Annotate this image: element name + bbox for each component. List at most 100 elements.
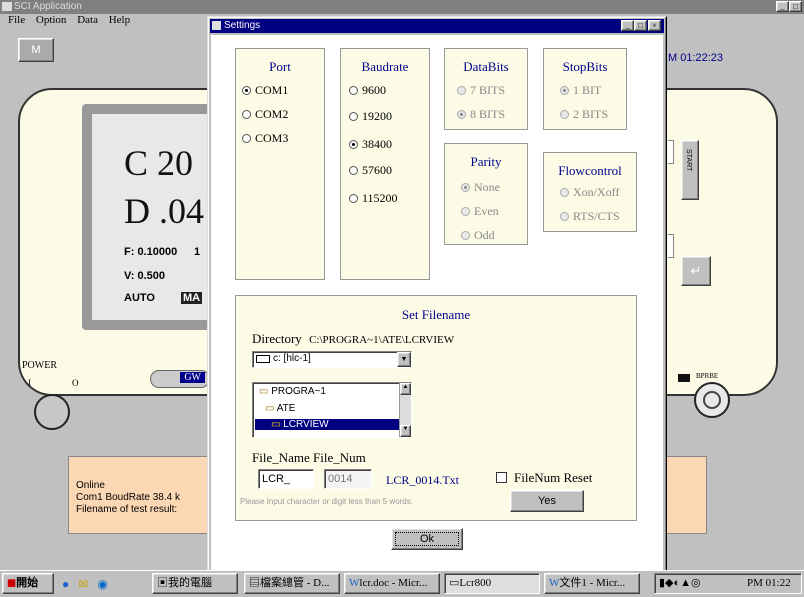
explorer-icon: ▤ [249,577,260,589]
databits-7-radio[interactable]: 7 BITS [457,83,505,98]
port-com1-radio[interactable]: COM1 [242,83,288,98]
folder-list[interactable]: ▭ PROGRA~1 ▭ ATE ▭ LCRVIEW ▲ ▼ [252,382,412,438]
power-off-label: O [72,378,79,388]
system-tray: ▮◆◐▲◎ PM 01:22 [654,573,802,594]
task-lcr-doc[interactable]: Wlcr.doc - Micr... [344,573,440,594]
parity-even-radio[interactable]: Even [461,204,499,219]
filename-hint: Please Input character or digit less tha… [240,497,413,506]
clock: PM 01:22 [747,577,791,589]
scroll-up-icon[interactable]: ▲ [400,383,411,395]
lcd-frequency: F: 0.10000 [124,246,178,258]
folder-open-icon: ▭ [265,403,275,414]
computer-icon: ▣ [157,577,168,589]
m-button[interactable]: M [18,38,54,62]
parity-none-radio[interactable]: None [461,180,500,195]
folder-progra[interactable]: ▭ PROGRA~1 [259,386,326,397]
parity-odd-radio[interactable]: Odd [461,228,495,243]
menu-file[interactable]: File [8,14,25,26]
stopbits-2-radio[interactable]: 2 BITS [560,107,608,122]
port-title: Port [269,59,291,74]
drive-dropdown-icon[interactable]: ▼ [397,352,411,367]
port-com2-radio[interactable]: COM2 [242,107,288,122]
settings-close-button[interactable]: × [648,20,661,31]
folder-scrollbar[interactable]: ▲ ▼ [399,383,411,437]
baud-9600-radio[interactable]: 9600 [349,83,386,98]
flowcontrol-group: Flowcontrol Xon/Xoff RTS/CTS [543,152,637,232]
stopbits-group: StopBits 1 BIT 2 BITS [543,48,627,130]
menu-option[interactable]: Option [36,14,67,26]
time-display: M 01:22:23 [668,52,724,64]
settings-minimize-button[interactable]: _ [621,20,634,31]
gw-badge: GW [150,370,210,388]
outlook-icon[interactable]: ✉ [78,577,88,591]
file-name-input[interactable]: LCR_ [258,469,314,489]
main-window-title: SCI Application [0,0,804,14]
directory-value: C:\PROGRA~1\ATE\LCRVIEW [309,334,455,346]
minimize-button[interactable]: _ [776,1,789,12]
enter-arrow-icon: ↵ [690,263,702,278]
parity-title: Parity [470,154,502,169]
lcd-voltage: V: 0.500 [124,270,165,282]
menu-data[interactable]: Data [77,14,98,26]
folder-open-icon: ▭ [271,419,281,430]
lcd-line-2: D .04 [124,191,204,231]
settings-title-bar: Settings [210,19,664,33]
enter-button[interactable]: ↵ [681,256,711,286]
field-labels: File_Name File_Num [252,450,366,465]
drive-icon [256,355,270,363]
port-com3-radio[interactable]: COM3 [242,131,288,146]
settings-app-icon [212,21,221,30]
settings-maximize-button[interactable]: □ [634,20,647,31]
port-group: Port COM1 COM2 COM3 [235,48,325,280]
status-panel-right [667,456,707,534]
yes-button[interactable]: Yes [510,490,584,512]
channel-icon[interactable]: ◉ [97,577,107,591]
task-lcr800[interactable]: ▭Lcr800 [444,573,540,594]
maximize-button[interactable]: □ [789,1,802,12]
drive-select[interactable]: c: [hlc-1] ▼ [252,351,412,368]
folder-lcrview[interactable]: ▭ LCRVIEW [255,419,399,430]
start-menu-button[interactable]: ◼開始 [2,573,54,594]
app-icon: ▭ [449,577,460,589]
power-knob[interactable] [34,394,70,430]
task-document1[interactable]: W文件1 - Micr... [544,573,640,594]
menu-help[interactable]: Help [109,14,130,26]
stopbits-1-radio[interactable]: 1 BIT [560,83,601,98]
databits-group: DataBits 7 BITS 8 BITS [444,48,528,130]
ok-button[interactable]: Ok [391,528,463,550]
filenum-reset-checkbox[interactable] [496,472,507,483]
status-text: Online Com1 BoudRate 38.4 k Filename of … [76,480,180,515]
flow-rts-radio[interactable]: RTS/CTS [560,209,620,224]
scroll-down-icon[interactable]: ▼ [400,425,411,437]
hipot-knob[interactable] [694,382,730,418]
baud-38400-radio[interactable]: 38400 [349,137,392,152]
baudrate-group: Baudrate 9600 19200 38400 57600 115200 [340,48,430,280]
file-num-input[interactable]: 0014 [324,469,372,489]
baud-57600-radio[interactable]: 57600 [349,163,392,178]
folder-ate[interactable]: ▭ ATE [265,403,295,414]
side-tab-1 [668,140,674,164]
browser-icon[interactable]: ● [62,577,69,591]
start-button[interactable]: START [681,140,699,200]
task-explorer[interactable]: ▤檔案總管 - D... [244,573,340,594]
filename-title: Set Filename [401,307,471,322]
databits-8-radio[interactable]: 8 BITS [457,107,505,122]
task-my-computer[interactable]: ▣我的電腦 [152,573,238,594]
side-tab-2 [668,234,674,258]
flowcontrol-title: Flowcontrol [558,163,622,178]
hipot-led [678,374,690,382]
directory-label: Directory C:\PROGRA~1\ATE\LCRVIEW [252,331,455,346]
lcd-auto: AUTO [124,292,155,304]
databits-title: DataBits [463,59,509,74]
baud-115200-radio[interactable]: 115200 [349,191,398,206]
quicklaunch: ● ✉ ◉ [62,577,108,592]
word-icon: W [349,577,360,589]
folder-open-icon: ▭ [259,386,269,397]
baud-19200-radio[interactable]: 19200 [349,109,392,124]
word-icon: W [549,577,560,589]
tray-icons[interactable]: ▮◆◐▲◎ [659,576,701,589]
stopbits-title: StopBits [562,59,608,74]
flow-xon-radio[interactable]: Xon/Xoff [560,185,619,200]
lcd-manual: MA [181,292,203,304]
power-label: POWER [22,360,57,371]
